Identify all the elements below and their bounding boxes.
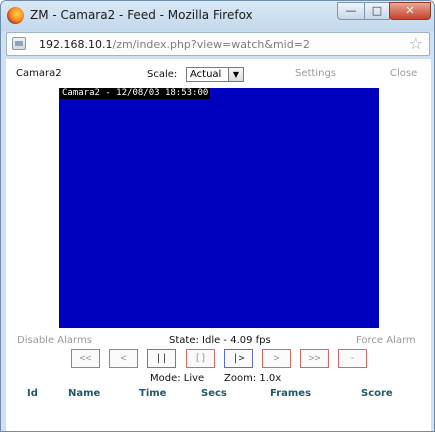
column-header-frames[interactable]: Frames (270, 388, 311, 399)
title-bar[interactable]: ZM - Camara2 - Feed - Mozilla Firefox — … (1, 1, 434, 31)
column-header-score[interactable]: Score (361, 388, 393, 399)
settings-link[interactable]: Settings (295, 68, 336, 79)
star-icon[interactable]: ☆ (409, 34, 423, 53)
scale-label: Scale: (147, 69, 178, 80)
zoom-out-button[interactable]: - (338, 349, 367, 368)
pause-button[interactable]: || (147, 349, 176, 368)
address-bar[interactable]: 192.168.10.1/zm/index.php?view=watch&mid… (6, 32, 430, 56)
play-button[interactable]: |> (224, 349, 253, 368)
maximize-button[interactable]: □ (364, 2, 390, 20)
column-header-time[interactable]: Time (139, 388, 166, 399)
url-text[interactable]: 192.168.10.1/zm/index.php?view=watch&mid… (39, 38, 310, 51)
window-title: ZM - Camara2 - Feed - Mozilla Firefox (30, 8, 253, 22)
fast-rewind-button[interactable]: << (71, 349, 100, 368)
slow-forward-button[interactable]: > (262, 349, 291, 368)
browser-window: ZM - Camara2 - Feed - Mozilla Firefox — … (0, 0, 435, 432)
site-icon (12, 37, 26, 50)
column-header-secs[interactable]: Secs (201, 388, 227, 399)
camera-feed[interactable]: Camara2 - 12/08/03 18:53:00 (59, 88, 379, 328)
column-header-id[interactable]: Id (27, 388, 38, 399)
page-content: Camara2 Scale: Actual ▼ Settings Close C… (6, 59, 431, 431)
scale-select[interactable]: Actual ▼ (186, 67, 244, 82)
fast-forward-button[interactable]: >> (300, 349, 329, 368)
close-link[interactable]: Close (390, 68, 417, 79)
monitor-name: Camara2 (16, 68, 62, 79)
scale-value: Actual (190, 69, 222, 80)
firefox-icon (7, 7, 24, 24)
column-header-name[interactable]: Name (68, 388, 100, 399)
feed-timestamp: Camara2 - 12/08/03 18:53:00 (60, 88, 211, 99)
state-text: State: Idle - 4.09 fps (169, 335, 271, 346)
slow-rewind-button[interactable]: < (109, 349, 138, 368)
close-window-button[interactable]: ✕ (389, 2, 431, 20)
force-alarm-link[interactable]: Force Alarm (356, 335, 416, 346)
mode-text: Mode: Live (150, 373, 205, 384)
url-path: /zm/index.php?view=watch&mid=2 (112, 38, 310, 51)
disable-alarms-link[interactable]: Disable Alarms (17, 335, 92, 346)
stop-button[interactable]: [] (186, 349, 215, 368)
chevron-down-icon[interactable]: ▼ (228, 68, 243, 81)
minimize-button[interactable]: — (337, 2, 365, 20)
url-host: 192.168.10.1 (39, 38, 113, 51)
zoom-text: Zoom: 1.0x (224, 373, 282, 384)
